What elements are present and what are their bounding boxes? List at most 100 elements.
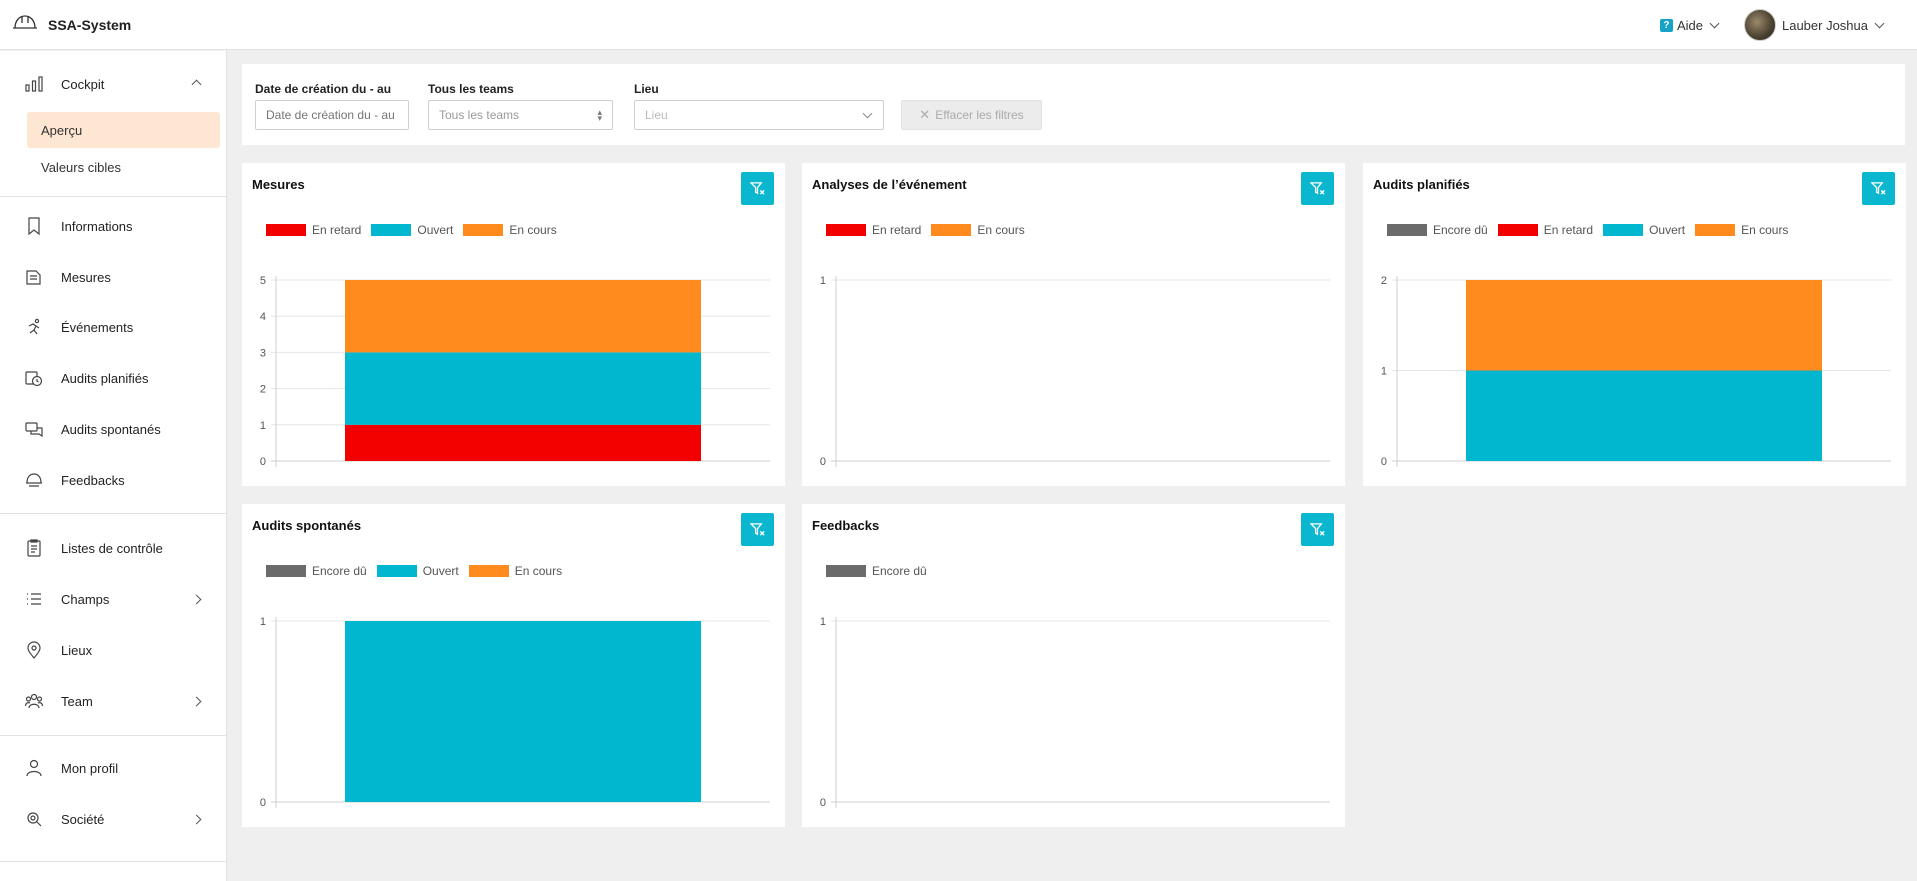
teams-select-value: Tous les teams bbox=[439, 108, 520, 122]
chart-legend: En retard Ouvert En cours bbox=[266, 223, 567, 237]
y-tick-label: 0 bbox=[1381, 456, 1387, 468]
sidebar-item-team[interactable]: Team bbox=[0, 681, 227, 721]
legend-swatch bbox=[1497, 224, 1538, 236]
sidebar-item-evenements[interactable]: Événements bbox=[0, 307, 227, 347]
sidebar-item-cockpit[interactable]: Cockpit bbox=[0, 64, 227, 104]
user-name: Lauber Joshua bbox=[1781, 17, 1868, 33]
chart-filter-button[interactable] bbox=[741, 172, 774, 205]
sidebar-item-informations[interactable]: Informations bbox=[0, 206, 227, 246]
y-tick-label: 0 bbox=[260, 797, 266, 809]
legend-label: Encore dû bbox=[312, 564, 367, 578]
chevron-right-icon bbox=[191, 696, 202, 707]
legend-swatch bbox=[826, 224, 866, 236]
sidebar-item-feedbacks[interactable]: Feedbacks bbox=[0, 460, 227, 500]
chart-legend: Encore dû En retard Ouvert En cours bbox=[1387, 223, 1798, 237]
sidebar-subitem-valeurs-cibles[interactable]: Valeurs cibles bbox=[27, 149, 220, 185]
chart-card-mesures: Mesures En retard Ouvert En cours 0 1 2 3 4 5 bbox=[242, 163, 785, 486]
filter-icon bbox=[1310, 523, 1325, 536]
legend-label: Ouvert bbox=[422, 564, 459, 578]
sidebar-item-listes-de-controle[interactable]: Listes de contrôle bbox=[0, 528, 227, 568]
sidebar-item-audits-spontanes[interactable]: Audits spontanés bbox=[0, 409, 227, 449]
legend-swatch bbox=[371, 224, 412, 236]
chart-legend: Encore dû bbox=[826, 564, 937, 578]
legend-item[interactable]: En cours bbox=[468, 564, 562, 578]
sidebar-item-mesures[interactable]: Mesures bbox=[0, 257, 227, 297]
date-range-input[interactable] bbox=[255, 100, 409, 130]
chart-filter-button[interactable] bbox=[1301, 172, 1334, 205]
teams-filter-label: Tous les teams bbox=[428, 82, 514, 96]
legend-item[interactable]: Encore dû bbox=[1387, 223, 1488, 237]
divider bbox=[0, 513, 227, 514]
chart-filter-button[interactable] bbox=[1301, 513, 1334, 546]
place-select[interactable]: Lieu bbox=[634, 100, 884, 130]
legend-item[interactable]: En retard bbox=[826, 223, 921, 237]
legend-swatch bbox=[463, 224, 504, 236]
place-filter-label: Lieu bbox=[634, 82, 659, 96]
legend-swatch bbox=[266, 224, 306, 236]
bar-segment bbox=[345, 280, 701, 353]
chart-plot: 0 1 2 bbox=[1381, 275, 1891, 468]
filter-icon bbox=[750, 523, 765, 536]
bar-segment bbox=[345, 621, 701, 802]
filter-icon bbox=[1871, 182, 1886, 195]
filter-bar: Date de création du - au Tous les teams … bbox=[242, 64, 1905, 145]
legend-swatch bbox=[826, 565, 866, 577]
chart-plot: 0 1 2 3 4 5 bbox=[260, 275, 770, 468]
legend-swatch bbox=[468, 565, 509, 577]
card-title: Feedbacks bbox=[812, 518, 880, 533]
legend-label: Ouvert bbox=[417, 223, 454, 237]
chart-filter-button[interactable] bbox=[741, 513, 774, 546]
bar-segment bbox=[345, 424, 701, 461]
sidebar-item-audits-planifies[interactable]: Audits planifiés bbox=[0, 358, 227, 398]
help-menu[interactable]: ? Aide bbox=[1659, 17, 1720, 33]
sidebar-item-label: Lieux bbox=[61, 642, 93, 658]
chart-card-audits-spontanes: Audits spontanés Encore dû Ouvert En cours… bbox=[242, 504, 785, 827]
sidebar-item-label: Société bbox=[61, 811, 105, 827]
y-tick-label: 5 bbox=[260, 275, 266, 287]
sidebar-item-mon-profil[interactable]: Mon profil bbox=[0, 748, 227, 788]
legend-item[interactable]: Ouvert bbox=[1603, 223, 1685, 237]
bar-segment bbox=[1466, 280, 1822, 371]
chevron-right-icon bbox=[191, 814, 202, 825]
sidebar-item-label: Team bbox=[61, 693, 93, 709]
legend-item[interactable]: Ouvert bbox=[376, 564, 459, 578]
legend-label: En cours bbox=[1741, 223, 1789, 237]
clear-filters-button[interactable]: ✕ Effacer les filtres bbox=[901, 100, 1042, 130]
chart-plot: 01 bbox=[820, 616, 1330, 809]
sidebar-item-societe[interactable]: Société bbox=[0, 799, 227, 839]
user-menu[interactable]: Lauber Joshua bbox=[1743, 9, 1885, 41]
legend-item[interactable]: Ouvert bbox=[371, 223, 453, 237]
sidebar-item-label: Cockpit bbox=[61, 76, 105, 92]
location-pin-icon bbox=[24, 640, 44, 660]
teams-select[interactable]: Tous les teams ▴ ▾ bbox=[428, 100, 613, 130]
legend-item[interactable]: En cours bbox=[463, 223, 557, 237]
chevron-down-icon bbox=[862, 108, 873, 119]
chart-card-feedbacks: Feedbacks Encore dû 01 bbox=[802, 504, 1345, 827]
bar-segment bbox=[345, 352, 701, 425]
sidebar-item-label: Champs bbox=[61, 591, 110, 607]
chevron-right-icon bbox=[191, 594, 202, 605]
y-tick-label: 1 bbox=[260, 616, 266, 628]
close-icon: ✕ bbox=[919, 107, 931, 122]
sidebar-item-champs[interactable]: Champs bbox=[0, 579, 227, 619]
legend-item[interactable]: Encore dû bbox=[266, 564, 367, 578]
filter-icon bbox=[750, 182, 765, 195]
legend-swatch bbox=[1387, 224, 1427, 236]
brand[interactable]: SSA-System bbox=[12, 11, 131, 38]
legend-item[interactable]: Encore dû bbox=[826, 564, 927, 578]
legend-item[interactable]: En cours bbox=[1695, 223, 1788, 237]
sidebar-item-lieux[interactable]: Lieux bbox=[0, 630, 227, 670]
chart-filter-button[interactable] bbox=[1862, 172, 1895, 205]
chart-plot: 01 bbox=[820, 275, 1330, 468]
y-tick-label: 1 bbox=[1381, 366, 1387, 378]
divider bbox=[0, 735, 227, 736]
sidebar-subitem-apercu[interactable]: Aperçu bbox=[27, 112, 220, 148]
legend-swatch bbox=[376, 565, 417, 577]
legend-item[interactable]: En retard bbox=[266, 223, 361, 237]
legend-item[interactable]: En retard bbox=[1497, 223, 1593, 237]
avatar bbox=[1743, 9, 1776, 41]
help-label: Aide bbox=[1676, 17, 1703, 33]
teams-filter: Tous les teams Tous les teams ▴ ▾ bbox=[428, 82, 613, 130]
company-settings-icon bbox=[24, 809, 44, 829]
legend-item[interactable]: En cours bbox=[931, 223, 1025, 237]
